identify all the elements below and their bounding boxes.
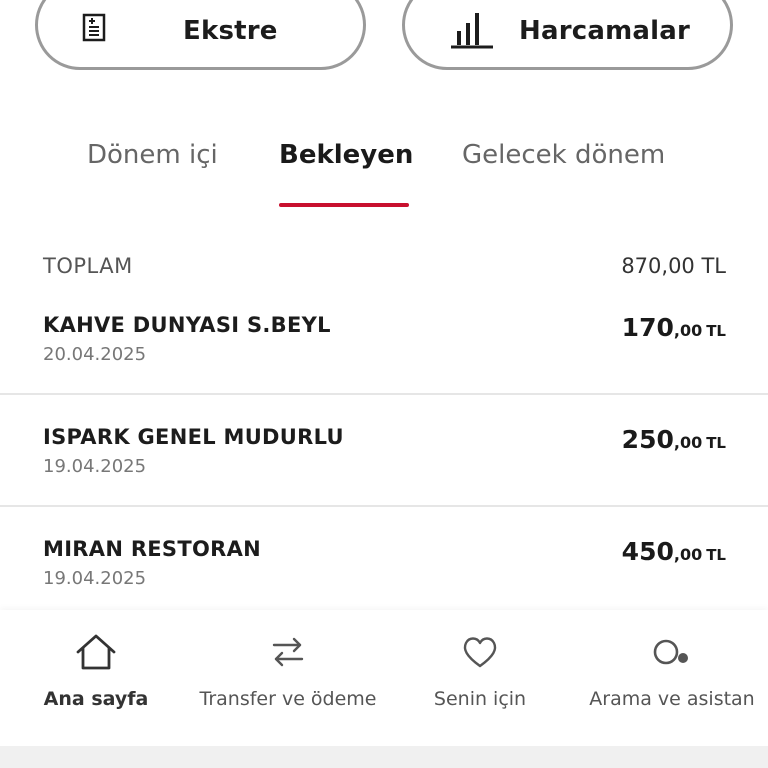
amount-integer: 170 xyxy=(621,313,674,342)
nav-search-assistant[interactable]: Arama ve asistan xyxy=(576,610,768,730)
transaction-merchant: MIRAN RESTORAN xyxy=(43,537,262,561)
transaction-row[interactable]: ISPARK GENEL MUDURLU 19.04.2025 250,00 TL xyxy=(0,412,768,524)
amount-integer: 450 xyxy=(621,537,674,566)
system-bar xyxy=(0,746,768,768)
amount-currency: TL xyxy=(706,322,726,340)
amount-integer: 250 xyxy=(621,425,674,454)
tab-next-period[interactable]: Gelecek dönem xyxy=(462,140,665,170)
home-icon xyxy=(74,632,118,676)
total-label: TOPLAM xyxy=(43,254,133,278)
statement-label: Ekstre xyxy=(183,16,278,46)
statement-button[interactable]: Ekstre xyxy=(35,0,366,70)
transaction-amount: 250,00 TL xyxy=(622,425,726,454)
divider xyxy=(0,505,768,507)
transaction-date: 19.04.2025 xyxy=(43,568,147,589)
bottom-navigation: Ana sayfa Transfer ve ödeme Senin için A… xyxy=(0,610,768,746)
transaction-merchant: ISPARK GENEL MUDURLU xyxy=(43,425,344,449)
total-value: 870,00 TL xyxy=(621,254,726,278)
amount-currency: TL xyxy=(706,546,726,564)
active-tab-indicator xyxy=(279,203,409,207)
transaction-amount: 170,00 TL xyxy=(622,313,726,342)
amount-decimal: ,00 xyxy=(673,433,703,452)
amount-decimal: ,00 xyxy=(673,545,703,564)
transaction-merchant: KAHVE DUNYASI S.BEYL xyxy=(43,313,331,337)
divider xyxy=(0,393,768,395)
nav-for-you-label: Senin için xyxy=(433,688,527,710)
amount-decimal: ,00 xyxy=(673,321,703,340)
transaction-date: 19.04.2025 xyxy=(43,456,147,477)
nav-search-assistant-label: Arama ve asistan xyxy=(589,688,755,710)
bar-chart-icon xyxy=(449,9,495,49)
amount-currency: TL xyxy=(706,434,726,452)
total-row: TOPLAM 870,00 TL xyxy=(43,254,726,284)
nav-for-you[interactable]: Senin için xyxy=(384,610,576,730)
statement-doc-icon xyxy=(82,13,108,43)
transfer-arrows-icon xyxy=(268,632,308,676)
nav-home-label: Ana sayfa xyxy=(43,688,149,710)
nav-transfer[interactable]: Transfer ve ödeme xyxy=(190,610,386,730)
spending-button[interactable]: Harcamalar xyxy=(402,0,733,70)
transaction-amount: 450,00 TL xyxy=(622,537,726,566)
tab-pending[interactable]: Bekleyen xyxy=(279,140,413,170)
nav-transfer-label: Transfer ve ödeme xyxy=(199,688,377,710)
nav-home[interactable]: Ana sayfa xyxy=(0,610,192,730)
heart-icon xyxy=(460,632,500,676)
transaction-date: 20.04.2025 xyxy=(43,344,147,365)
search-assistant-icon xyxy=(650,632,694,676)
period-tabs: Dönem içi Bekleyen Gelecek dönem xyxy=(0,140,768,210)
transaction-row[interactable]: KAHVE DUNYASI S.BEYL 20.04.2025 170,00 TL xyxy=(0,300,768,412)
spending-label: Harcamalar xyxy=(519,16,690,46)
tab-current-period[interactable]: Dönem içi xyxy=(87,140,218,170)
